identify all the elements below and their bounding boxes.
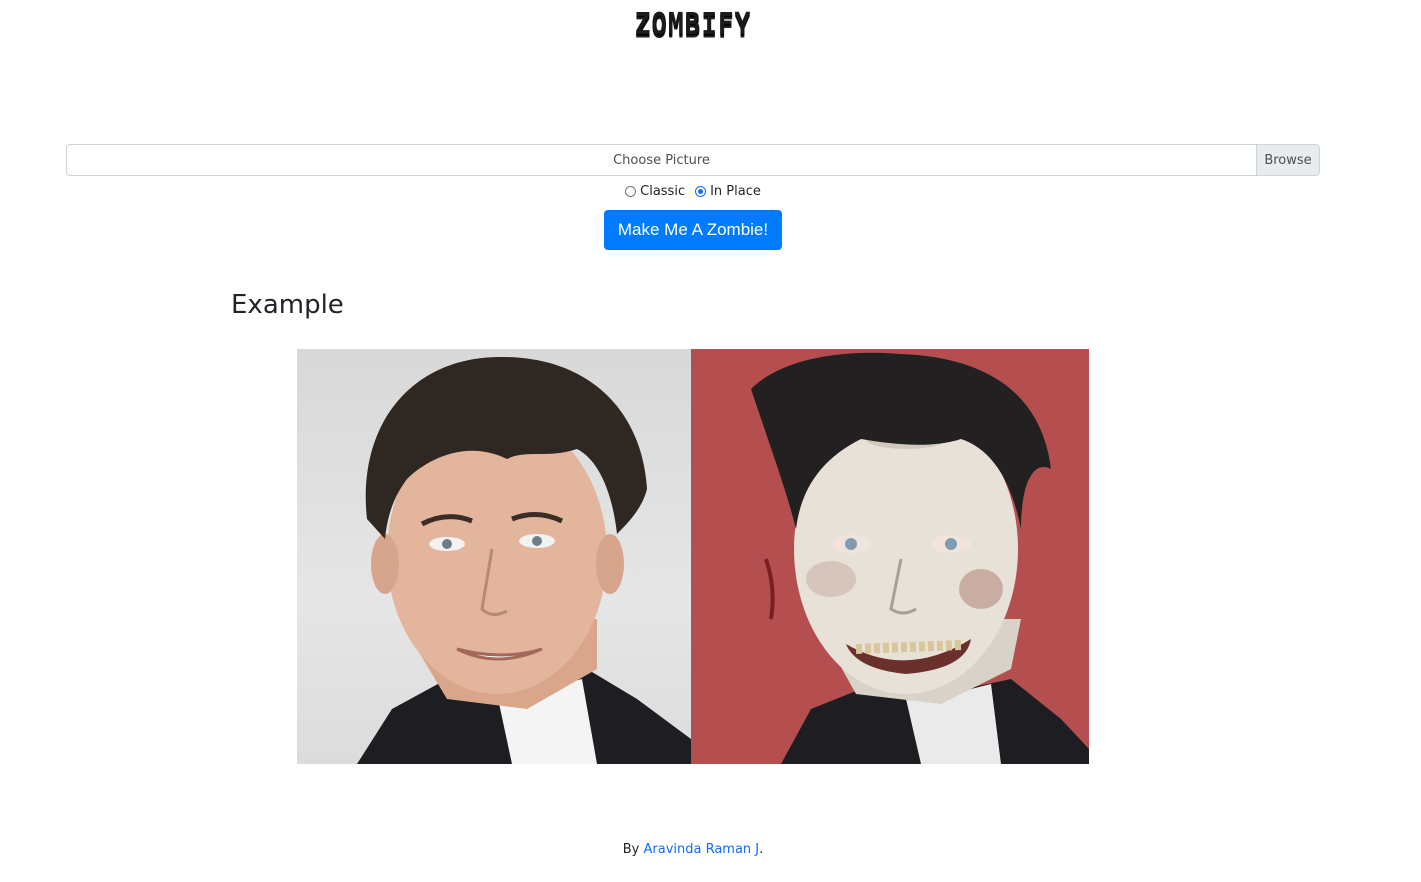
- mode-option-classic-label: Classic: [640, 184, 686, 199]
- radio-classic[interactable]: [625, 186, 637, 197]
- app-title: ZOMBIFY: [634, 7, 752, 43]
- mode-selector: Classic In Place: [0, 184, 1386, 199]
- app-logo: ZOMBIFY: [0, 8, 1386, 43]
- file-input[interactable]: Choose Picture Browse: [66, 144, 1320, 176]
- author-link[interactable]: Aravinda Raman J: [643, 842, 759, 857]
- footer: By Aravinda Raman J.: [0, 842, 1386, 857]
- after-image: [691, 349, 1089, 764]
- footer-prefix: By: [622, 842, 640, 857]
- example-image: [297, 349, 1089, 764]
- radio-in-place[interactable]: [695, 186, 707, 197]
- mode-option-classic[interactable]: Classic: [625, 184, 685, 199]
- file-input-label[interactable]: Choose Picture: [67, 145, 1256, 175]
- mode-option-in-place-label: In Place: [710, 184, 761, 199]
- before-image: [297, 349, 691, 764]
- page: ZOMBIFY Choose Picture Browse Classic In…: [0, 0, 1421, 882]
- example-heading: Example: [231, 290, 344, 320]
- footer-suffix: .: [759, 842, 764, 857]
- make-zombie-button[interactable]: Make Me A Zombie!: [604, 210, 782, 250]
- mode-option-in-place[interactable]: In Place: [695, 184, 761, 199]
- browse-button[interactable]: Browse: [1256, 145, 1319, 175]
